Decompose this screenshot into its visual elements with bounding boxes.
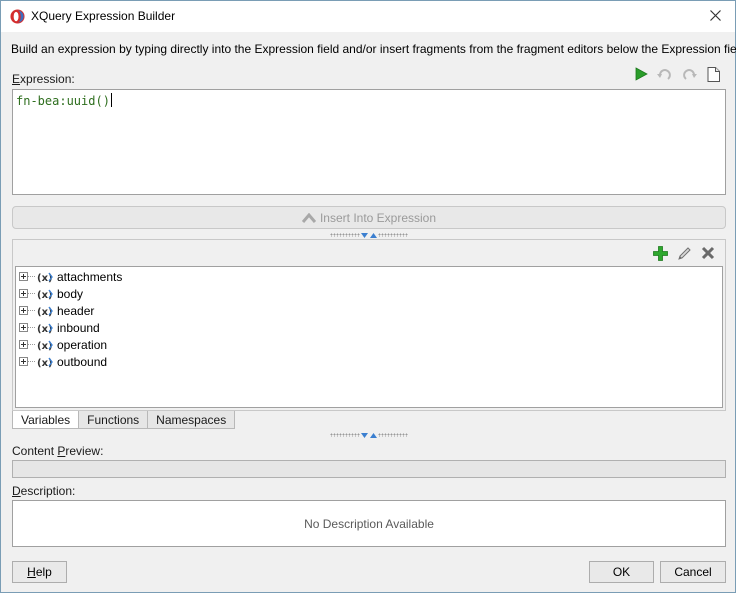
content-preview-label: Content Preview:	[12, 444, 104, 458]
title-bar: XQuery Expression Builder	[1, 1, 735, 32]
variable-icon: (x)	[37, 272, 53, 283]
tab-namespaces[interactable]: Namespaces	[147, 411, 236, 429]
tree-item-outbound[interactable]: (x) outbound	[19, 353, 107, 370]
description-label: Description:	[12, 484, 76, 498]
run-button[interactable]	[631, 65, 651, 83]
expression-label: Expression:	[12, 72, 75, 86]
delete-variable-button[interactable]	[698, 244, 718, 262]
collapse-down-icon[interactable]	[361, 432, 368, 438]
tree-item-body[interactable]: (x) body	[19, 285, 83, 302]
xquery-expression-builder-dialog: XQuery Expression Builder Build an expre…	[0, 0, 736, 593]
expand-icon[interactable]	[19, 289, 28, 298]
expand-icon[interactable]	[19, 357, 28, 366]
expand-up-icon[interactable]	[370, 432, 377, 438]
dialog-body: Build an expression by typing directly i…	[1, 32, 736, 592]
content-preview-field	[12, 460, 726, 478]
play-icon	[635, 67, 648, 81]
collapse-down-icon[interactable]	[361, 232, 368, 238]
tree-item-operation[interactable]: (x) operation	[19, 336, 107, 353]
variable-icon: (x)	[37, 357, 53, 368]
expression-field[interactable]: fn-bea:uuid()	[12, 89, 726, 195]
redo-icon	[683, 69, 697, 80]
insert-into-expression-button[interactable]: Insert Into Expression	[12, 206, 726, 229]
expand-icon[interactable]	[19, 340, 28, 349]
fragment-toolbar	[650, 244, 718, 262]
expression-toolbar	[631, 65, 723, 83]
insert-button-label: Insert Into Expression	[319, 210, 437, 225]
fragment-editor-panel: (x) attachments (x) body (x) header (x) …	[12, 239, 726, 411]
undo-button[interactable]	[655, 65, 675, 83]
clear-button[interactable]	[703, 65, 723, 83]
close-button[interactable]	[701, 2, 731, 30]
splitter-bottom[interactable]	[329, 432, 409, 438]
window-title: XQuery Expression Builder	[31, 9, 176, 23]
new-document-icon	[707, 66, 720, 82]
tab-variables[interactable]: Variables	[12, 411, 80, 429]
tree-item-attachments[interactable]: (x) attachments	[19, 268, 122, 285]
plus-icon	[652, 245, 668, 261]
variable-icon: (x)	[37, 306, 53, 317]
expand-icon[interactable]	[19, 306, 28, 315]
splitter-top[interactable]	[329, 232, 409, 238]
variables-tree[interactable]: (x) attachments (x) body (x) header (x) …	[15, 266, 723, 408]
description-box: No Description Available	[12, 500, 726, 547]
tab-functions[interactable]: Functions	[78, 411, 149, 429]
cancel-button[interactable]: Cancel	[660, 561, 726, 583]
intro-text: Build an expression by typing directly i…	[11, 42, 736, 56]
delete-icon	[701, 246, 715, 260]
pencil-icon	[677, 246, 691, 260]
tree-item-header[interactable]: (x) header	[19, 302, 94, 319]
expand-up-icon[interactable]	[370, 232, 377, 238]
edit-variable-button[interactable]	[674, 244, 694, 262]
text-caret	[110, 93, 112, 107]
expression-value: fn-bea:uuid()	[16, 94, 110, 108]
variable-icon: (x)	[37, 323, 53, 334]
tree-item-inbound[interactable]: (x) inbound	[19, 319, 100, 336]
description-text: No Description Available	[304, 516, 434, 531]
fragment-tabs: Variables Functions Namespaces	[12, 411, 236, 429]
expand-icon[interactable]	[19, 323, 28, 332]
app-icon	[10, 9, 25, 24]
variable-icon: (x)	[37, 289, 53, 300]
undo-icon	[657, 69, 671, 80]
close-icon	[710, 10, 721, 21]
ok-button[interactable]: OK	[589, 561, 654, 583]
chevron-up-icon	[301, 212, 316, 223]
variable-icon: (x)	[37, 340, 53, 351]
redo-button[interactable]	[679, 65, 699, 83]
add-variable-button[interactable]	[650, 244, 670, 262]
help-button[interactable]: Help	[12, 561, 67, 583]
expand-icon[interactable]	[19, 272, 28, 281]
